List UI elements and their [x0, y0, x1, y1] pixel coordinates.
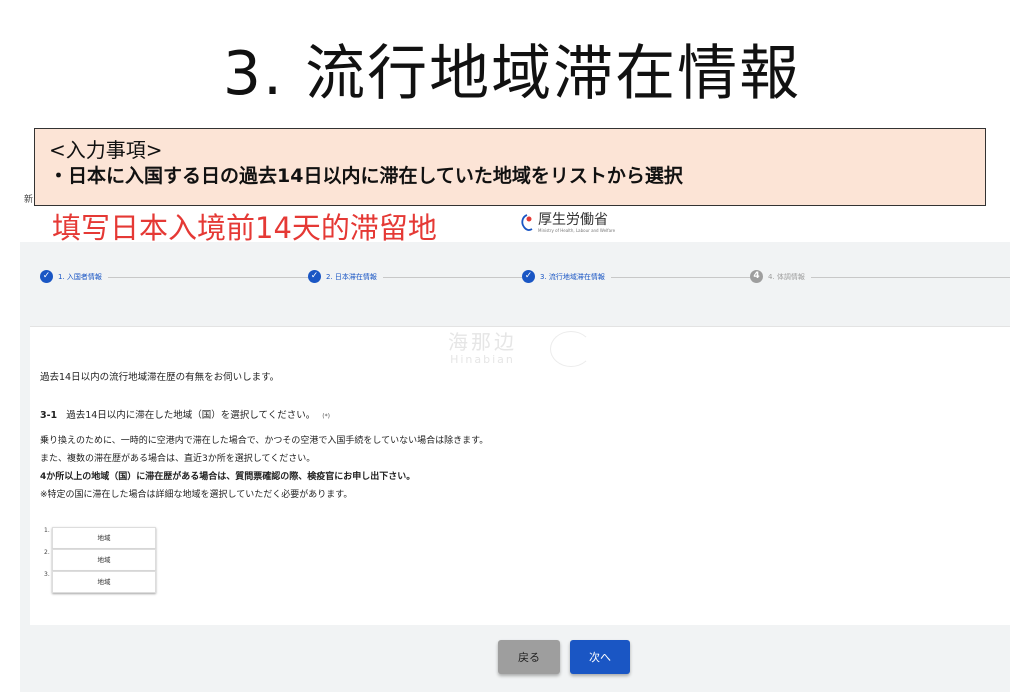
- region-number: 2.: [44, 549, 50, 556]
- step-4-number-icon: 4: [750, 270, 763, 283]
- chinese-caption: 填写日本入境前14天的滞留地: [52, 211, 437, 245]
- mhlw-logo-icon: [521, 214, 533, 231]
- step-2: ✓ 2. 日本滞在情報: [308, 270, 383, 283]
- progress-stepper: ✓ 1. 入国者情報 ✓ 2. 日本滞在情報 ✓ 3. 流行地域滞在情報 4 4…: [20, 242, 1010, 322]
- check-circle-icon: ✓: [40, 270, 53, 283]
- next-button[interactable]: 次へ: [570, 640, 630, 674]
- step-4-label: 4. 体調情報: [768, 272, 805, 281]
- region-row-3: 3. 地域: [44, 571, 156, 593]
- check-circle-icon: ✓: [522, 270, 535, 283]
- question-title: 3-1 過去14日以内に滞在した地域（国）を選択してください。 (*): [40, 407, 330, 421]
- watermark: 海那边 Hinabian: [448, 331, 517, 366]
- screenshot-region: 新 厚生労働省 Ministry of Health, Labour and W…: [20, 190, 1010, 692]
- mhlw-logo-english: Ministry of Health, Labour and Welfare: [538, 228, 616, 233]
- note-1: 乗り換えのために、一時的に空港内で滞在した場合で、かつその空港で入国手続をしてい…: [40, 436, 489, 446]
- region-row-1: 1. 地域: [44, 527, 156, 549]
- question-intro: 過去14日以内の流行地域滞在歴の有無をお伺いします。: [40, 372, 280, 383]
- watermark-cn: 海那边: [448, 330, 517, 354]
- question-card: 海那边 Hinabian 過去14日以内の流行地域滞在歴の有無をお伺いします。 …: [30, 326, 1010, 625]
- region-select-2[interactable]: 地域: [52, 549, 156, 571]
- step-1: ✓ 1. 入国者情報: [40, 270, 108, 283]
- info-text: ・日本に入国する日の過去14日以内に滞在していた地域をリストから選択: [49, 165, 683, 187]
- mhlw-logo-name: 厚生労働省: [538, 212, 608, 228]
- region-number: 3.: [44, 571, 50, 578]
- info-heading: <入力事項>: [49, 138, 163, 162]
- question-number: 3-1: [40, 410, 58, 421]
- watermark-swirl-icon: [550, 331, 592, 367]
- region-row-2: 2. 地域: [44, 549, 156, 571]
- back-button[interactable]: 戻る: [498, 640, 560, 674]
- cutoff-header-text: 新: [24, 195, 34, 205]
- region-select-1[interactable]: 地域: [52, 527, 156, 549]
- step-1-label: 1. 入国者情報: [58, 272, 102, 281]
- note-3: 4か所以上の地域（国）に滞在歴がある場合は、質問票確認の際、検疫官にお申し出下さ…: [40, 472, 416, 482]
- question-text: 過去14日以内に滞在した地域（国）を選択してください。: [66, 410, 316, 421]
- watermark-en: Hinabian: [450, 353, 515, 366]
- step-4: 4 4. 体調情報: [750, 270, 811, 283]
- step-2-label: 2. 日本滞在情報: [326, 272, 377, 281]
- region-number: 1.: [44, 527, 50, 534]
- input-info-box: <入力事項> ・日本に入国する日の過去14日以内に滞在していた地域をリストから選…: [34, 128, 986, 206]
- step-3: ✓ 3. 流行地域滞在情報: [522, 270, 611, 283]
- mhlw-logo: 厚生労働省 Ministry of Health, Labour and Wel…: [520, 212, 615, 242]
- check-circle-icon: ✓: [308, 270, 321, 283]
- region-select-3[interactable]: 地域: [52, 571, 156, 593]
- slide-title: 3. 流行地域滞在情報: [222, 39, 802, 109]
- note-2: また、複数の滞在歴がある場合は、直近3か所を選択してください。: [40, 454, 316, 464]
- step-3-label: 3. 流行地域滞在情報: [540, 272, 605, 281]
- note-4: ※特定の国に滞在した場合は詳細な地域を選択していただく必要があります。: [40, 490, 353, 500]
- required-mark: (*): [322, 413, 330, 420]
